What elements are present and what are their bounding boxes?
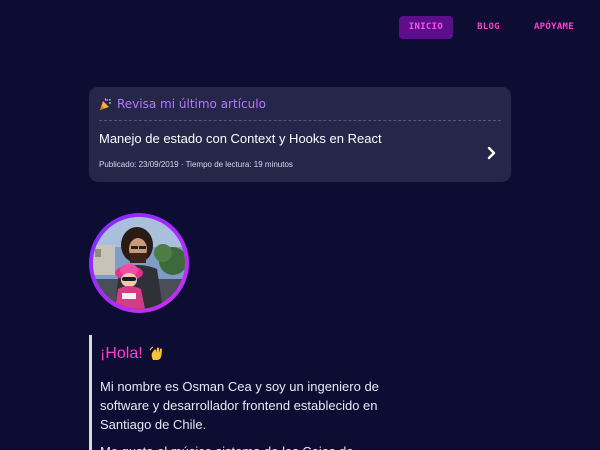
avatar xyxy=(89,213,189,313)
nav-item-blog[interactable]: BLOG xyxy=(467,16,510,39)
main-nav: INICIO BLOG APÓYAME xyxy=(385,16,584,39)
bio-greeting: ¡Hola! xyxy=(100,345,400,363)
latest-article-header-label: Revisa mi último artículo xyxy=(117,97,266,111)
bio-greeting-label: ¡Hola! xyxy=(100,345,143,362)
article-meta: Publicado: 23/09/2019 · Tiempo de lectur… xyxy=(99,160,293,169)
divider xyxy=(99,120,501,121)
nav-item-apoyame[interactable]: APÓYAME xyxy=(524,16,584,39)
bio-paragraph-2: Me gusta el música sistema de las Cajas … xyxy=(100,442,390,450)
article-title[interactable]: Manejo de estado con Context y Hooks en … xyxy=(99,131,382,146)
latest-article-header: Revisa mi último artículo xyxy=(99,97,266,111)
profile-photo xyxy=(93,217,185,309)
latest-article-card[interactable]: Revisa mi último artículo Manejo de esta… xyxy=(89,87,511,182)
waving-hand-icon xyxy=(149,346,165,362)
chevron-right-icon[interactable] xyxy=(485,145,499,160)
page: INICIO BLOG APÓYAME Revisa mi último art… xyxy=(0,0,600,450)
bio-paragraph-1: Mi nombre es Osman Cea y soy un ingenier… xyxy=(100,379,379,432)
bio-section: ¡Hola! Mi nombre es Osman Cea y soy un i… xyxy=(89,335,400,450)
party-popper-icon xyxy=(99,98,112,111)
nav-item-inicio[interactable]: INICIO xyxy=(398,16,454,39)
